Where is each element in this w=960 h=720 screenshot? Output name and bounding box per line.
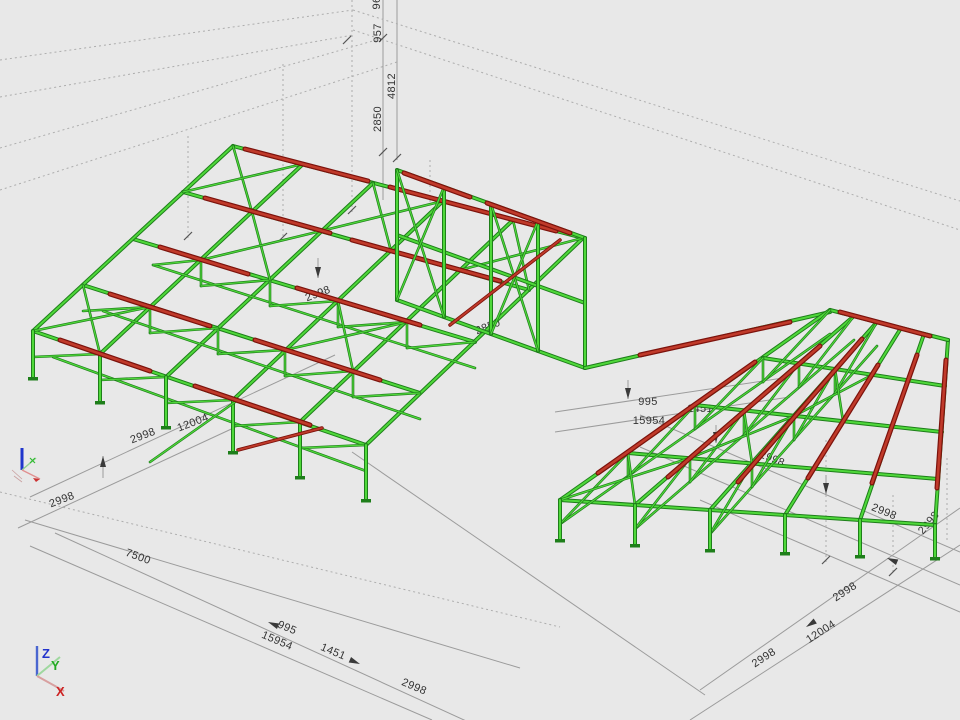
view-axis-y-label: Y bbox=[51, 658, 60, 673]
model-origin-gizmo bbox=[12, 448, 40, 482]
axis-indicators-layer bbox=[0, 0, 960, 720]
origin-y-marker-icon bbox=[30, 458, 35, 463]
origin-tick-icon bbox=[12, 470, 22, 482]
view-axis-x-label: X bbox=[56, 684, 65, 699]
cad-3d-viewport[interactable]: 9695748122850299812004299829982850750099… bbox=[0, 0, 960, 720]
origin-x-axis-icon bbox=[22, 470, 40, 479]
view-axis-z-label: Z bbox=[42, 646, 50, 661]
